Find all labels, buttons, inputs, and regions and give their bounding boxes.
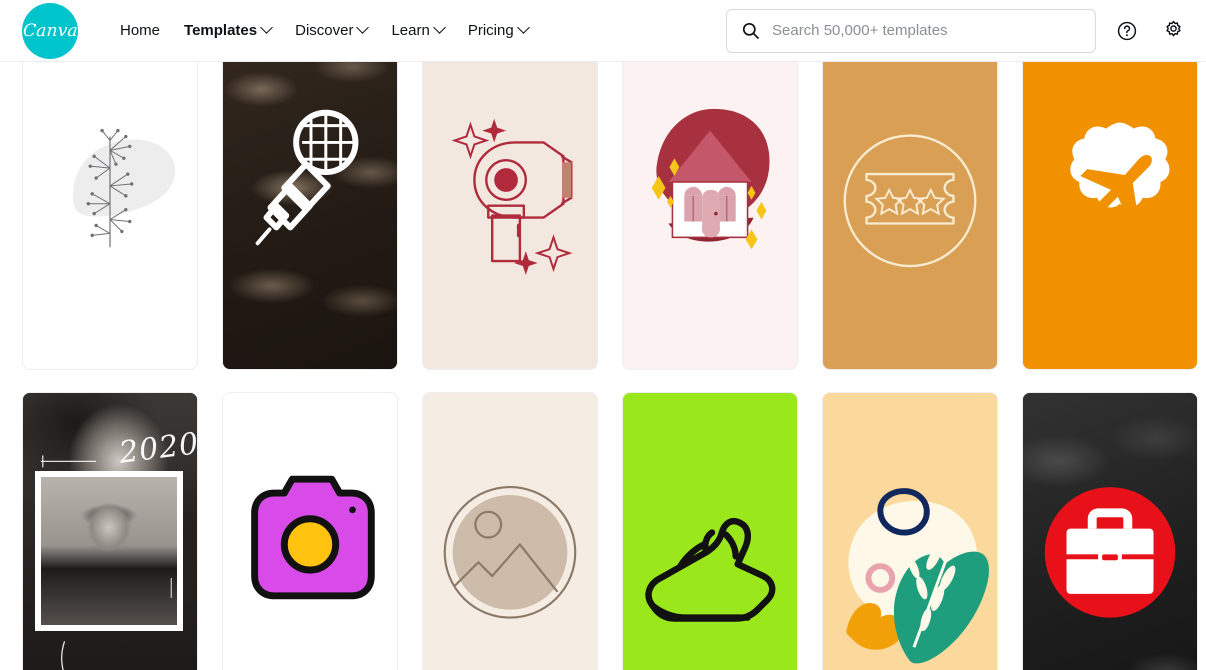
nav-item-learn[interactable]: Learn <box>379 14 455 47</box>
nav-item-pricing-label: Pricing <box>467 22 514 39</box>
decorative-arrow-icon <box>40 455 172 670</box>
template-card-microphone-photo[interactable] <box>222 62 398 370</box>
nav-item-templates[interactable]: Templates <box>172 14 283 47</box>
nav-item-discover[interactable]: Discover <box>283 14 379 47</box>
template-grid-area[interactable]: 2020 The year of being me <box>0 62 1206 670</box>
chevron-down-icon <box>432 21 446 34</box>
nav-item-templates-label: Templates <box>184 22 258 39</box>
ticket-with-stars-icon <box>843 134 977 268</box>
gear-icon <box>1165 20 1181 37</box>
hairdryer-icon <box>451 118 573 275</box>
template-card-house[interactable] <box>622 62 798 370</box>
template-card-briefcase-photo[interactable] <box>1022 392 1198 670</box>
header-actions <box>726 8 1188 53</box>
search-input[interactable] <box>772 22 1081 39</box>
nav-item-pricing[interactable]: Pricing <box>456 14 540 47</box>
template-card-ticket-stars[interactable] <box>822 62 998 370</box>
canva-logo-text: Canva <box>21 20 79 41</box>
nav-item-home-label: Home <box>120 22 161 39</box>
house-icon <box>651 108 770 250</box>
line-art-plant-sprig-icon <box>73 128 176 248</box>
site-header: Canva Home Templates Discover Learn Pric… <box>0 0 1206 62</box>
search-icon <box>742 22 759 39</box>
monstera-leaf-icon <box>846 488 990 664</box>
template-card-monstera-leaf[interactable] <box>822 392 998 670</box>
main-navigation: Home Templates Discover Learn Pricing <box>108 14 540 47</box>
template-card-camera[interactable] <box>222 392 398 670</box>
airplane-icon <box>1070 122 1170 228</box>
template-grid: 2020 The year of being me <box>0 62 1206 670</box>
settings-button[interactable] <box>1158 16 1188 46</box>
chevron-down-icon <box>356 21 370 34</box>
striped-divider <box>223 393 397 670</box>
sneaker-icon <box>645 517 776 622</box>
template-card-year-of-being-me[interactable]: 2020 The year of being me <box>22 392 198 670</box>
nav-item-discover-label: Discover <box>295 22 354 39</box>
help-button[interactable] <box>1112 16 1142 46</box>
nav-item-home[interactable]: Home <box>108 14 172 47</box>
template-card-airplane-badge[interactable] <box>1022 62 1198 370</box>
chevron-down-icon <box>260 21 273 34</box>
template-card-landscape-circle[interactable] <box>422 392 598 670</box>
question-mark-circle-icon <box>1117 21 1137 40</box>
search-bar[interactable] <box>726 8 1096 53</box>
template-card-hairdryer[interactable] <box>422 62 598 370</box>
image-placeholder-icon <box>443 486 577 619</box>
template-card-botanical-sprig[interactable] <box>22 62 198 370</box>
canva-logo[interactable]: Canva <box>21 2 79 59</box>
briefcase-icon <box>1044 487 1176 618</box>
chevron-down-icon <box>516 21 530 34</box>
nav-item-learn-label: Learn <box>391 22 430 39</box>
microphone-icon <box>255 109 359 246</box>
template-card-sneaker[interactable] <box>622 392 798 670</box>
